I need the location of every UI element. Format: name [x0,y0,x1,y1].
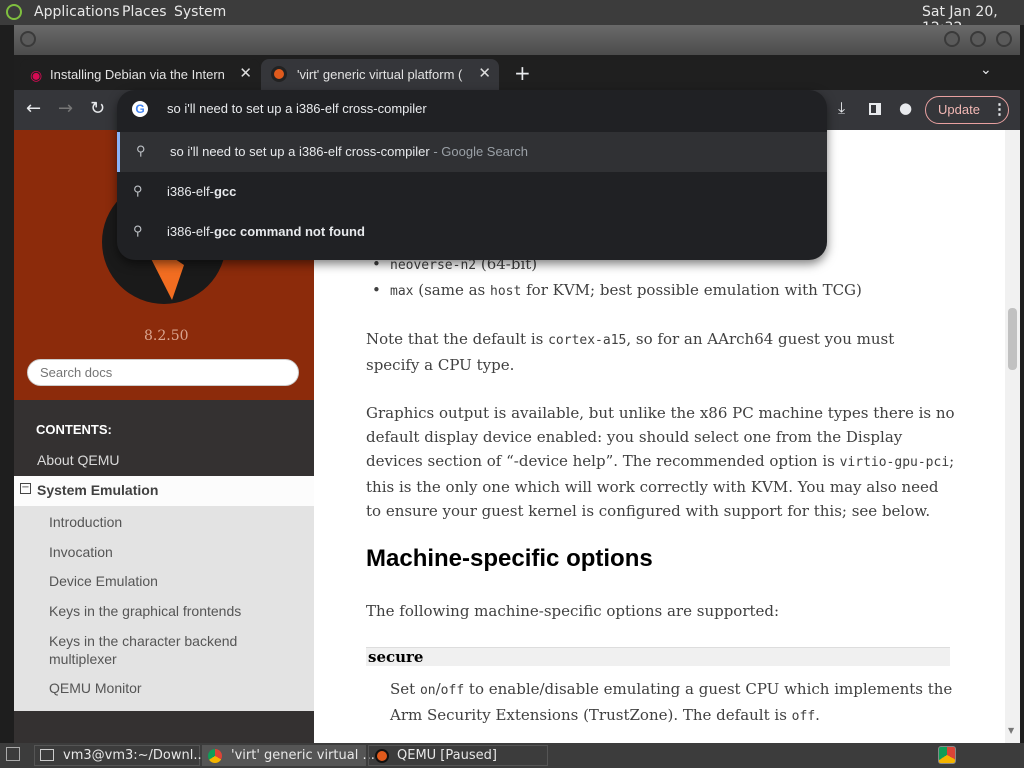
code-on: on [419,683,436,698]
collapse-icon[interactable]: − [20,483,31,494]
nav-subitems: Introduction Invocation Device Emulation… [14,506,314,711]
top-panel: Applications Places System Sat Jan 20, 1… [0,0,1024,36]
taskbar-label: vm3@vm3:~/Downl... [63,748,206,763]
suggestion-item[interactable]: ⚲ i386-elf-gcc [117,172,827,212]
gnome-foot-icon[interactable] [6,4,22,20]
text: to enable/disable emulating a guest CPU … [390,680,953,724]
profile-icon[interactable]: ● [899,99,912,117]
tab-title: Installing Debian via the Intern [50,67,225,82]
tray-chrome-icon[interactable] [938,746,956,764]
scrollbar-thumb[interactable] [1008,308,1017,370]
new-tab-icon[interactable]: + [514,61,531,85]
taskbar-label: QEMU [Paused] [397,748,497,763]
suggestion-source: - Google Search [429,144,528,159]
update-label: Update [938,102,980,117]
maximize-icon[interactable] [970,31,986,47]
text: Set [390,680,420,698]
search-icon: ⚲ [133,223,143,238]
text: Note that the default is [366,330,549,348]
cpu-note: for KVM; best possible emulation with TC… [521,281,862,299]
qemu-logo-icon [271,66,287,82]
nav-keys-character[interactable]: Keys in the character backend multiplexe… [49,632,269,668]
tab-strip: ◉ Installing Debian via the Intern ✕ 'vi… [14,55,1020,90]
omnibox-input[interactable]: so i'll need to set up a i386-elf cross-… [167,101,427,116]
section-heading: Machine-specific options [366,545,653,572]
default-cpu-note: Note that the default is cortex-a15, so … [366,327,936,377]
google-g-icon: G [132,101,148,117]
tab-title: 'virt' generic virtual platform ( [297,67,463,82]
reload-icon[interactable]: ↻ [90,98,105,119]
side-panel-icon[interactable] [869,103,881,115]
taskbar-terminal[interactable]: vm3@vm3:~/Downl... [34,745,206,766]
contents-caption: CONTENTS: [36,422,112,437]
forward-arrow-icon[interactable]: → [58,98,73,119]
search-icon: ⚲ [133,183,143,198]
cpu-note: (same as [413,281,491,299]
search-docs-input[interactable] [27,359,299,386]
menu-system[interactable]: System [174,4,226,20]
secure-description: Set on/off to enable/disable emulating a… [390,677,960,729]
omnibox-dropdown[interactable]: G so i'll need to set up a i386-elf cros… [117,90,827,260]
code-max: max [390,284,414,299]
nav-invocation[interactable]: Invocation [49,544,113,560]
suggestion-completion: gcc command not found [213,224,365,239]
option-term: secure [366,647,950,666]
search-icon: ⚲ [136,143,146,158]
scroll-down-icon[interactable]: ▼ [1008,726,1014,735]
nav-about-qemu[interactable]: About QEMU [37,452,119,468]
download-icon[interactable]: ⤓ [838,98,845,118]
nav-system-emulation[interactable]: − System Emulation [14,476,314,506]
taskbar-qemu[interactable]: QEMU [Paused] [368,745,548,766]
tab-search-chevron-icon[interactable]: ⌄ [980,62,992,78]
taskbar-browser[interactable]: 'virt' generic virtual ... [202,745,375,766]
menu-applications[interactable]: Applications [34,4,120,20]
code-off: off [791,709,816,724]
suggestion-text: so i'll need to set up a i386-elf cross-… [170,144,430,159]
code-off: off [440,683,465,698]
code-neoverse: neoverse-n2 [390,258,477,273]
page-scrollbar[interactable]: ▼ [1005,130,1020,743]
nav-introduction[interactable]: Introduction [49,514,122,530]
suggestion-text: i386-elf- [167,224,214,239]
close-window-icon[interactable] [996,31,1012,47]
graphics-paragraph: Graphics output is available, but unlike… [366,401,956,523]
tab-virt[interactable]: 'virt' generic virtual platform ( ✕ [261,59,499,90]
taskbar-label: 'virt' generic virtual ... [231,748,375,763]
minimize-icon[interactable] [944,31,960,47]
back-arrow-icon[interactable]: ← [26,98,41,119]
qemu-icon [375,749,389,763]
close-tab-icon[interactable]: ✕ [239,64,252,82]
terminal-icon [40,749,54,761]
code-host: host [490,284,522,299]
kebab-menu-icon[interactable]: ⋮ [992,100,1007,118]
suggestion-item[interactable]: ⚲ so i'll need to set up a i386-elf cros… [117,132,827,172]
option-name: secure [368,648,424,666]
code-cortex: cortex-a15 [548,333,627,348]
window-titlebar[interactable] [14,25,1020,55]
suggestion-text: i386-elf- [167,184,214,199]
code-virtio: virtio-gpu-pci [839,455,950,470]
nav-device-emulation[interactable]: Device Emulation [49,573,158,589]
nav-qemu-monitor[interactable]: QEMU Monitor [49,680,142,696]
text: . [815,706,820,724]
chrome-icon [208,749,222,763]
menu-places[interactable]: Places [122,4,167,20]
bottom-taskbar: vm3@vm3:~/Downl... 'virt' generic virtua… [0,743,1024,768]
window-menu-icon[interactable] [20,31,36,47]
suggestion-item[interactable]: ⚲ i386-elf-gcc command not found [117,212,827,252]
bullet: • [372,281,381,299]
debian-swirl-icon: ◉ [30,67,43,83]
tab-debian[interactable]: ◉ Installing Debian via the Intern ✕ [20,59,260,90]
show-desktop-icon[interactable] [6,747,20,761]
options-intro: The following machine-specific options a… [366,602,780,620]
update-button[interactable]: Update ⋮ [925,96,1009,124]
suggestion-completion: gcc [213,184,237,199]
nav-section-label: System Emulation [37,482,159,498]
nav-keys-graphical[interactable]: Keys in the graphical frontends [49,603,241,619]
version-label: 8.2.50 [144,328,189,344]
close-tab-icon[interactable]: ✕ [478,64,491,82]
